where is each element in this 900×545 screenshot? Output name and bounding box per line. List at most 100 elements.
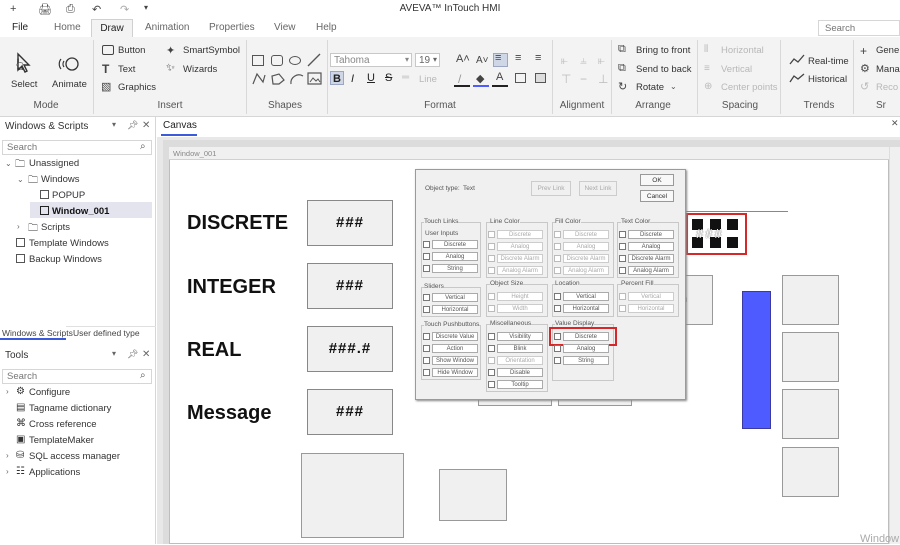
message-value-box[interactable]: ### [307,389,393,435]
canvas-scrollbar[interactable] [889,147,900,544]
tool-sql-access-manager[interactable]: SQL access manager [29,451,120,462]
tools-search-input[interactable] [2,369,152,384]
generate-button[interactable]: Gene [876,45,899,56]
insert-wizards[interactable]: Wizards [183,64,217,75]
value-display-discrete-button[interactable]: Discrete [563,332,609,341]
checkbox[interactable] [488,369,495,376]
text-color-analog-button[interactable]: Analog [628,242,674,251]
line-icon[interactable] [306,52,322,68]
ellipse-icon[interactable] [289,56,301,65]
slider-horizontal-button[interactable]: Horizontal [432,305,478,314]
rectangle-icon[interactable] [252,55,264,66]
select-icon[interactable] [14,52,34,74]
strikethrough-icon[interactable]: S [385,72,392,84]
tab-close-icon[interactable]: ✕ [891,118,899,129]
align-text-center-icon[interactable]: ≡ [515,52,521,64]
discrete-value-box[interactable]: ### [307,200,393,246]
real-value-box[interactable]: ###.# [307,326,393,372]
windows-search-input[interactable] [2,140,152,155]
checkbox[interactable] [423,333,430,340]
insert-smartsymbol[interactable]: SmartSymbol [183,45,240,56]
insert-graphics[interactable]: Graphics [118,82,156,93]
bring-to-front-button[interactable]: Bring to front [636,45,690,56]
tree-item-unassigned[interactable]: Unassigned [29,158,79,169]
rotate-button[interactable]: Rotate [636,82,664,93]
align-text-right-icon[interactable]: ≡ [535,52,541,64]
menu-animation[interactable]: Animation [145,22,189,33]
chevron-right-icon[interactable]: › [17,222,20,231]
chevron-right-icon[interactable]: › [6,467,9,476]
tab-user-defined-type[interactable]: User defined type [73,328,140,338]
graphic-box[interactable] [782,332,839,382]
pin-icon[interactable]: 📌︎ [127,120,138,131]
checkbox[interactable] [423,294,430,301]
misc-disable-button[interactable]: Disable [497,368,543,377]
polygon-icon[interactable] [270,72,286,86]
chevron-right-icon[interactable]: › [6,387,9,396]
cancel-button[interactable]: Cancel [640,190,674,202]
rounded-rectangle-icon[interactable] [271,55,283,66]
select-button[interactable]: Select [11,79,37,90]
graphic-box[interactable] [439,469,507,521]
frame-icon[interactable] [515,73,526,83]
pushbutton-discrete-value-button[interactable]: Discrete Value [432,332,478,341]
pushbutton-action-button[interactable]: Action [432,344,478,353]
checkbox[interactable] [488,333,495,340]
send-to-back-button[interactable]: Send to back [636,64,691,75]
integer-value-box[interactable]: ### [307,263,393,309]
tree-item-backup-windows[interactable]: Backup Windows [29,254,102,265]
checkbox[interactable] [423,241,430,248]
pushbutton-hide-window-button[interactable]: Hide Window [432,368,478,377]
graphic-box[interactable] [782,275,839,325]
tree-item-template-windows[interactable]: Template Windows [29,238,109,249]
checkbox[interactable] [554,345,561,352]
dropdown-icon[interactable]: ▾ [112,349,116,358]
checkbox[interactable] [619,267,626,274]
menu-draw[interactable]: Draw [91,19,133,37]
slider-vertical-button[interactable]: Vertical [432,293,478,302]
font-size-select[interactable]: 19 ▾ [415,53,440,67]
shrink-font-icon[interactable]: A˅ [476,55,489,66]
misc-tooltip-button[interactable]: Tooltip [497,380,543,389]
checkbox[interactable] [423,253,430,260]
graphic-box[interactable] [782,389,839,439]
text-color-icon[interactable]: A [496,71,503,83]
graphic-box[interactable] [301,453,404,538]
menu-home[interactable]: Home [54,22,81,33]
tool-configure[interactable]: Configure [29,387,70,398]
checkbox[interactable] [619,231,626,238]
checkbox[interactable] [619,243,626,250]
menu-file[interactable]: File [12,22,28,33]
pin-icon[interactable]: 📌︎ [127,349,138,360]
font-select[interactable]: Tahoma ▾ [330,53,412,67]
realtime-trend-button[interactable]: Real-time [808,56,849,67]
pushbutton-show-window-button[interactable]: Show Window [432,356,478,365]
polyline-icon[interactable] [251,72,267,86]
checkbox[interactable] [619,255,626,262]
dropdown-icon[interactable]: ▾ [112,120,116,129]
tab-windows-scripts[interactable]: Windows & Scripts [2,328,73,338]
grow-font-icon[interactable]: A˄ [456,53,470,65]
tool-cross-reference[interactable]: Cross reference [29,419,97,430]
blue-bar-graphic[interactable] [742,291,771,429]
line-color-icon[interactable]: / [458,72,461,86]
text-color-discrete-button[interactable]: Discrete [628,230,674,239]
manage-button[interactable]: Mana [876,64,900,75]
animate-icon[interactable] [58,55,82,73]
checkbox[interactable] [488,345,495,352]
user-input-analog-button[interactable]: Analog [432,252,478,261]
menu-view[interactable]: View [274,22,296,33]
tree-item-popup[interactable]: POPUP [52,190,85,201]
insert-text[interactable]: Text [118,64,135,75]
tree-item-windows[interactable]: Windows [41,174,80,185]
checkbox[interactable] [554,333,561,340]
text-color-discrete-alarm-button[interactable]: Discrete Alarm [628,254,674,263]
checkbox[interactable] [554,293,561,300]
chevron-down-icon[interactable]: ⌄ [5,159,12,168]
misc-visibility-button[interactable]: Visibility [497,332,543,341]
fill-color-icon[interactable]: ◆ [476,72,484,85]
checkbox[interactable] [554,305,561,312]
underline-icon[interactable]: U [367,72,375,84]
checkbox[interactable] [423,265,430,272]
chevron-down-icon[interactable]: ⌄ [17,175,24,184]
